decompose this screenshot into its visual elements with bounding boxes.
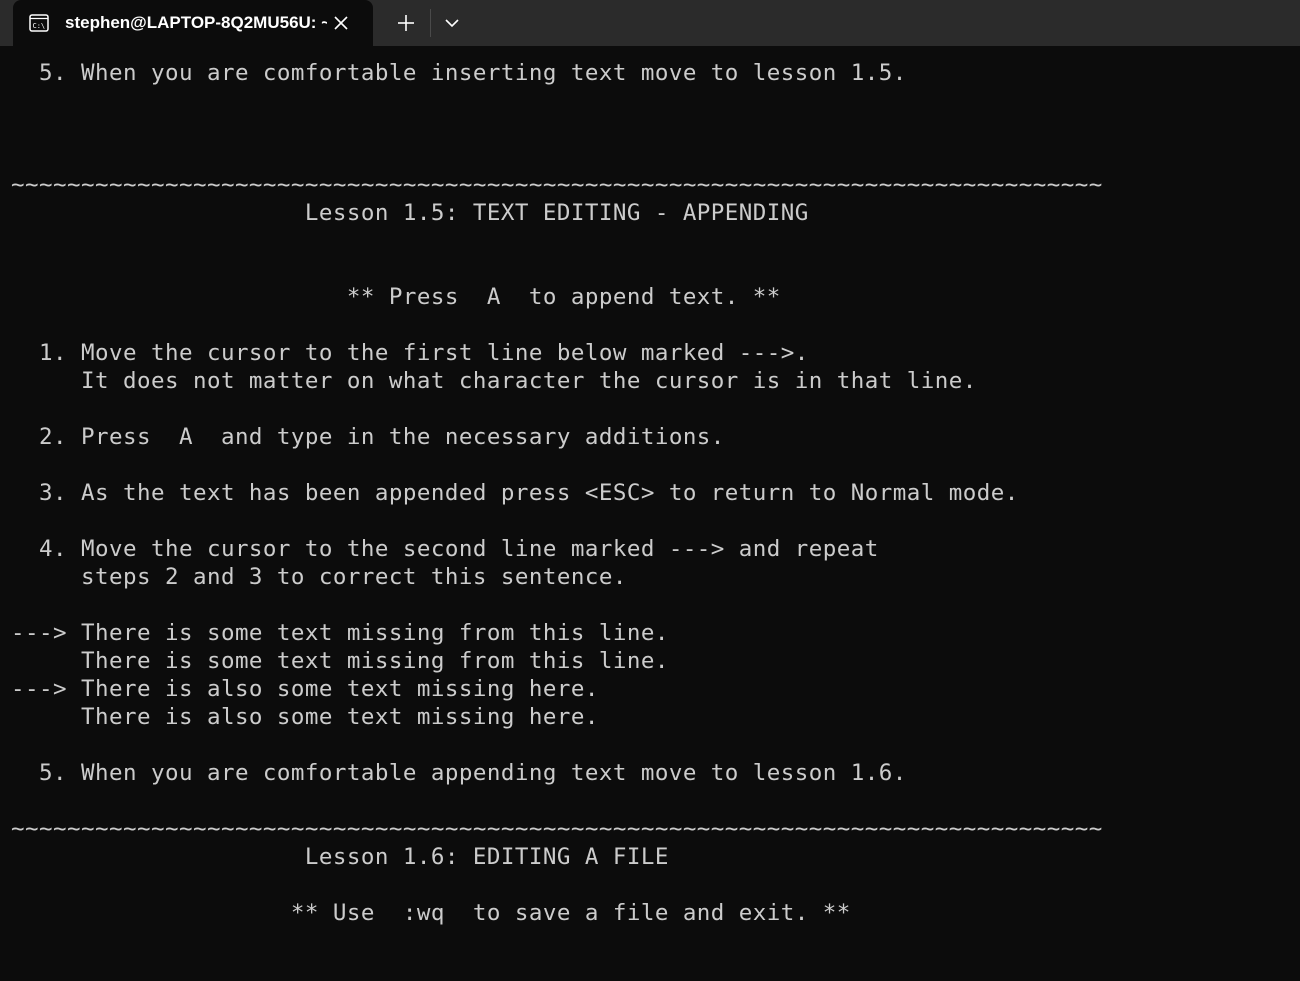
terminal-line: There is also some text missing here. [11,704,599,730]
terminal-line: 1. Move the cursor to the first line bel… [11,340,809,366]
terminal-line: There is some text missing from this lin… [11,648,669,674]
new-tab-button[interactable] [386,6,426,40]
terminal-line: It does not matter on what character the… [11,368,977,394]
terminal-icon: C:\ [29,13,49,33]
terminal-line: ** Use :wq to save a file and exit. ** [11,900,851,926]
close-icon[interactable] [331,13,351,33]
terminal-line: Lesson 1.5: TEXT EDITING - APPENDING [11,200,809,226]
chevron-down-icon [434,6,470,40]
terminal-line: 5. When you are comfortable appending te… [11,760,907,786]
tab-title: stephen@LAPTOP-8Q2MU56U: ~ [65,13,327,32]
terminal-line: Lesson 1.6: EDITING A FILE [11,844,669,870]
terminal-line: 5. When you are comfortable inserting te… [11,60,907,86]
terminal-line: ---> There is also some text missing her… [11,676,599,702]
tab-terminal[interactable]: C:\ stephen@LAPTOP-8Q2MU56U: ~ [13,0,373,46]
terminal-line: 4. Move the cursor to the second line ma… [11,536,879,562]
terminal-line: ---> There is some text missing from thi… [11,620,669,646]
terminal-output[interactable]: 5. When you are comfortable inserting te… [0,46,1300,981]
title-bar: C:\ stephen@LAPTOP-8Q2MU56U: ~ [0,0,1300,46]
terminal-line: ~~~~~~~~~~~~~~~~~~~~~~~~~~~~~~~~~~~~~~~~… [11,816,1103,842]
terminal-line: steps 2 and 3 to correct this sentence. [11,564,627,590]
terminal-line: 3. As the text has been appended press <… [11,480,1019,506]
profiles-dropdown-button[interactable] [434,6,470,40]
terminal-line: ~~~~~~~~~~~~~~~~~~~~~~~~~~~~~~~~~~~~~~~~… [11,172,1103,198]
terminal-line: ** Press A to append text. ** [11,284,781,310]
terminal-line: 2. Press A and type in the necessary add… [11,424,725,450]
plus-icon [386,6,426,40]
svg-text:C:\: C:\ [33,22,46,30]
toolbar-divider [430,9,431,37]
